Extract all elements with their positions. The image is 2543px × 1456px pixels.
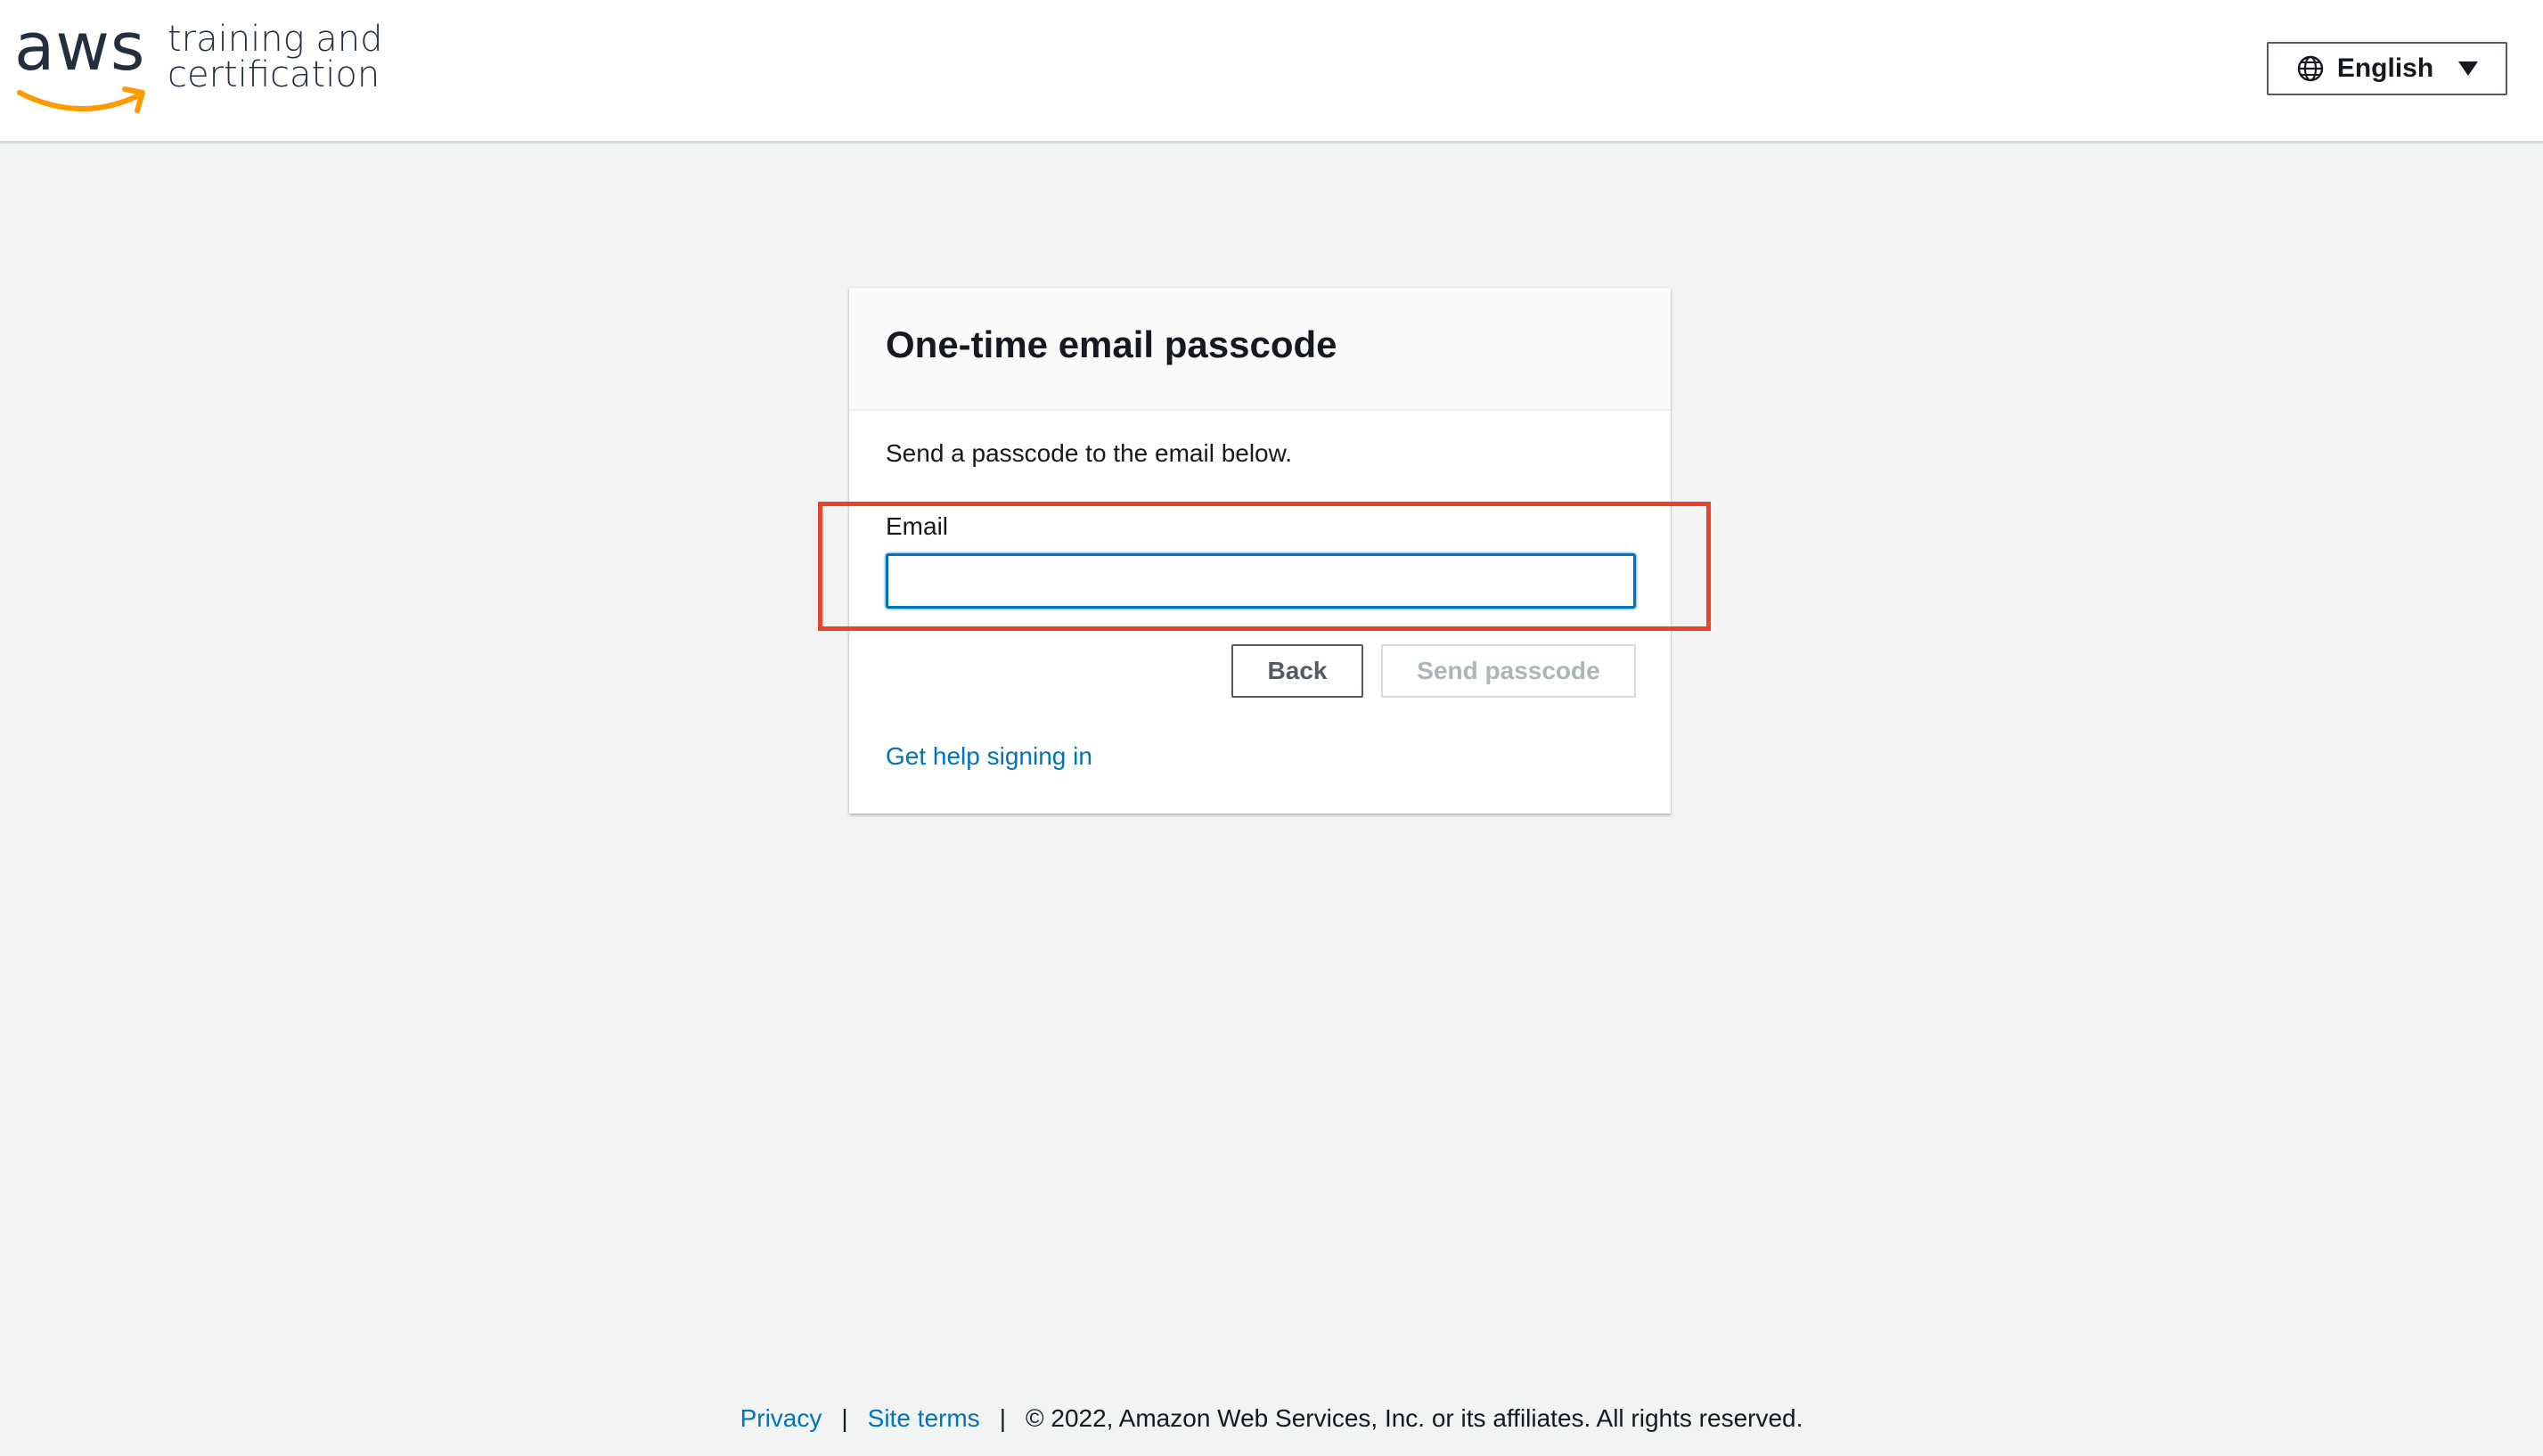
back-button[interactable]: Back bbox=[1231, 644, 1363, 698]
aws-training-logo[interactable]: aws training and certification bbox=[14, 9, 383, 113]
help-signing-in-link[interactable]: Get help signing in bbox=[886, 742, 1092, 771]
privacy-link[interactable]: Privacy bbox=[740, 1404, 822, 1432]
page: aws training and certification English O… bbox=[0, 0, 2543, 1456]
caret-down-icon bbox=[2458, 61, 2479, 76]
send-passcode-button[interactable]: Send passcode bbox=[1381, 644, 1636, 698]
email-field[interactable] bbox=[886, 553, 1636, 609]
logo-text: training and certification bbox=[168, 21, 383, 93]
top-header: aws training and certification English bbox=[0, 0, 2543, 143]
footer-separator: | bbox=[999, 1404, 1006, 1432]
footer-separator: | bbox=[841, 1404, 848, 1432]
aws-smile-icon bbox=[17, 86, 145, 113]
globe-icon bbox=[2297, 55, 2324, 82]
language-selector[interactable]: English bbox=[2267, 42, 2507, 95]
card-header: One-time email passcode bbox=[849, 288, 1671, 411]
logo-line-2: certification bbox=[168, 54, 380, 95]
passcode-card: One-time email passcode Send a passcode … bbox=[849, 288, 1671, 814]
card-description: Send a passcode to the email below. bbox=[886, 439, 1293, 467]
copyright-text: © 2022, Amazon Web Services, Inc. or its… bbox=[1025, 1404, 1803, 1432]
aws-wordmark: aws bbox=[14, 9, 146, 86]
language-label: English bbox=[2336, 53, 2434, 83]
aws-logo-mark: aws bbox=[14, 9, 148, 113]
footer: Privacy | Site terms | © 2022, Amazon Web Se… bbox=[0, 1404, 2543, 1433]
email-label: Email bbox=[886, 512, 949, 540]
site-terms-link[interactable]: Site terms bbox=[868, 1404, 980, 1432]
logo-line-1: training and bbox=[168, 19, 383, 60]
page-title: One-time email passcode bbox=[886, 323, 1337, 365]
